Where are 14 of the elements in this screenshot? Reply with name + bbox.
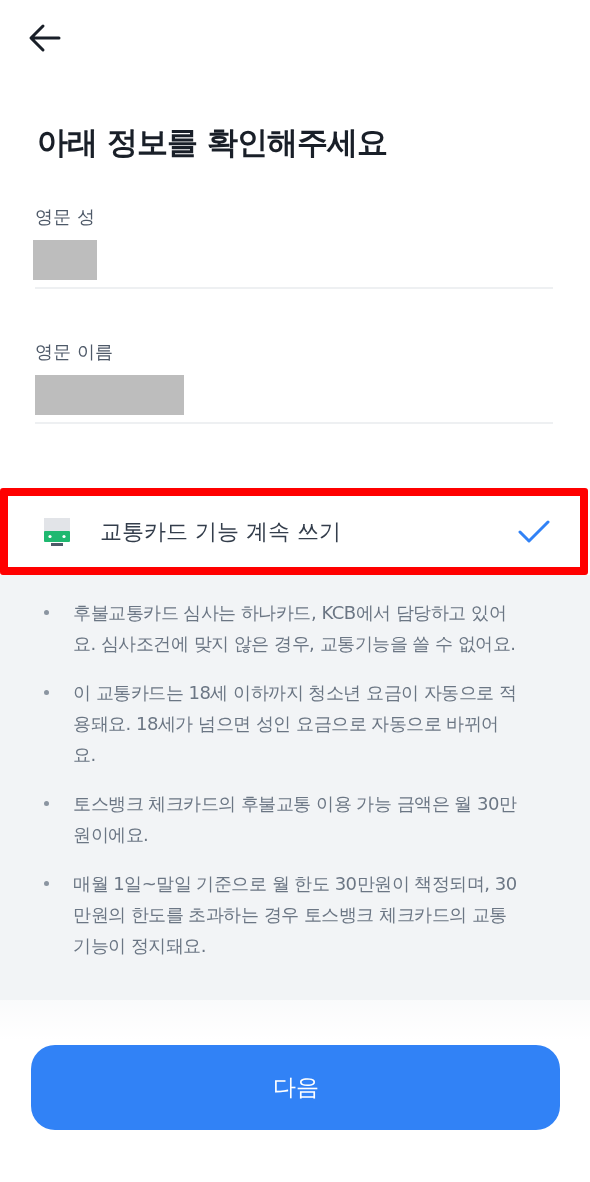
transit-card-icon [42,516,72,547]
note-text: 매월 1일~말일 기준으로 월 한도 30만원이 책정되며, 30만원의 한도를 초과하는 경우 토스뱅크 체크카드의 교통 기능이 정지돼요. [73,872,518,958]
page-title: 아래 정보를 확인해주세요 [37,123,388,162]
bullet-icon [44,881,49,886]
next-button[interactable]: 다음 [31,1045,560,1130]
bullet-icon [44,801,49,806]
option-row[interactable]: 교통카드 기능 계속 쓰기 [0,488,588,575]
field-label: 영문 이름 [35,340,114,364]
note-text: 후불교통카드 심사는 하나카드, KCB에서 담당하고 있어요. 심사조건에 맞지 않은 경우, 교통기능을 쓸 수 없어요. [73,601,517,656]
bullet-icon [44,690,49,695]
bullet-icon [44,610,49,615]
note-text: 토스뱅크 체크카드의 후불교통 이용 가능 금액은 월 30만원이에요. [73,792,518,847]
field-label: 영문 성 [35,205,96,229]
note-text: 이 교통카드는 18세 이하까지 청소년 요금이 자동으로 적용돼요. 18세가 넘으면 성인 요금으로 자동으로 바뀌어요. [73,681,518,767]
